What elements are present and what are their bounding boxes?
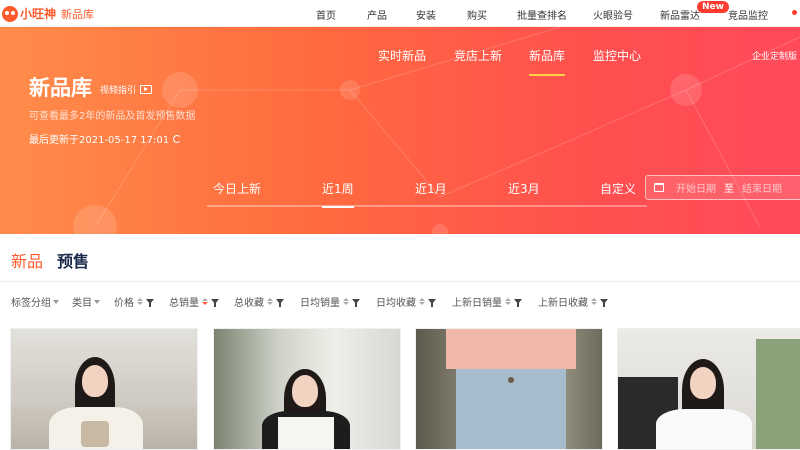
- sort-icon[interactable]: [267, 298, 273, 305]
- new-badge: New: [697, 1, 729, 13]
- filter-label: 日均销量: [300, 298, 340, 309]
- page-title: 新品库: [29, 76, 92, 100]
- period-custom[interactable]: 自定义: [600, 180, 636, 197]
- video-play-icon: [140, 85, 153, 94]
- nav-link-home[interactable]: 首页: [316, 7, 336, 22]
- filter-launch-day-favorites[interactable]: 上新日收藏: [538, 294, 608, 309]
- filter-label: 日均收藏: [376, 298, 416, 309]
- product-grid: [0, 328, 800, 450]
- filter-total-sales[interactable]: 总销量: [169, 294, 219, 309]
- period-month[interactable]: 近1月: [415, 180, 447, 197]
- filter-label: 上新日销量: [452, 298, 502, 309]
- nav-link-batch-rank[interactable]: 批量查排名: [517, 7, 567, 22]
- page-description: 可查看最多2年的新品及首发预售数据: [29, 111, 196, 122]
- filter-bar: 标签分组 类目 价格 总销量 总收藏 日均销量 日均收藏 上新日销量 上新日收藏: [0, 282, 800, 318]
- funnel-icon[interactable]: [352, 299, 360, 307]
- product-card[interactable]: [213, 328, 401, 450]
- refresh-icon[interactable]: [173, 134, 182, 143]
- end-date-input[interactable]: 结束日期: [742, 180, 800, 195]
- funnel-icon[interactable]: [276, 299, 284, 307]
- funnel-icon[interactable]: [211, 299, 219, 307]
- period-selector: 今日上新 近1周 近1月 近3月 自定义: [207, 177, 647, 208]
- funnel-icon[interactable]: [428, 299, 436, 307]
- sort-icon[interactable]: [419, 298, 425, 305]
- period-week[interactable]: 近1周: [322, 180, 354, 208]
- filter-label: 价格: [114, 298, 134, 309]
- sort-icon[interactable]: [591, 298, 597, 305]
- tab-new-products[interactable]: 新品: [11, 248, 43, 272]
- chevron-down-icon: [94, 299, 100, 304]
- product-card[interactable]: [617, 328, 800, 450]
- funnel-icon[interactable]: [600, 299, 608, 307]
- notification-dot: [792, 10, 797, 15]
- nav-link-account-check[interactable]: 火眼验号: [593, 7, 633, 22]
- sort-icon[interactable]: [343, 298, 349, 305]
- tab-competitor-new[interactable]: 竞店上新: [454, 47, 502, 64]
- last-updated-text: 最后更新于2021-05-17 17:01: [29, 135, 170, 146]
- filter-daily-sales[interactable]: 日均销量: [300, 294, 360, 309]
- filter-total-favorites[interactable]: 总收藏: [234, 294, 284, 309]
- funnel-icon[interactable]: [514, 299, 522, 307]
- period-today[interactable]: 今日上新: [213, 180, 261, 197]
- video-guide-link[interactable]: 视频指引: [100, 83, 153, 96]
- start-date-input[interactable]: 开始日期: [676, 180, 724, 195]
- filter-daily-favorites[interactable]: 日均收藏: [376, 294, 436, 309]
- date-range-picker[interactable]: 开始日期 至 结束日期: [645, 175, 800, 200]
- sort-icon[interactable]: [505, 298, 511, 305]
- enterprise-edition-link[interactable]: 企业定制版: [752, 49, 797, 62]
- filter-launch-day-sales[interactable]: 上新日销量: [452, 294, 522, 309]
- product-card[interactable]: [10, 328, 198, 450]
- product-image[interactable]: [214, 329, 400, 449]
- section-tabs: 新品 预售: [0, 234, 800, 282]
- nav-link-new-radar[interactable]: 新品雷达: [660, 7, 700, 22]
- filter-tag-group[interactable]: 标签分组: [11, 294, 59, 309]
- sort-desc-icon[interactable]: [202, 298, 208, 305]
- product-card[interactable]: [415, 328, 603, 450]
- video-guide-label: 视频指引: [100, 86, 137, 96]
- hero-banner: 新品库 视频指引 可查看最多2年的新品及首发预售数据 最后更新于2021-05-…: [0, 27, 800, 234]
- sort-icon[interactable]: [137, 298, 143, 305]
- filter-label: 类目: [72, 298, 92, 309]
- tab-realtime-new[interactable]: 实时新品: [378, 47, 426, 64]
- date-range-separator: 至: [724, 184, 734, 195]
- tab-monitor-center[interactable]: 监控中心: [593, 47, 641, 64]
- product-image[interactable]: [11, 329, 197, 449]
- filter-label: 总销量: [169, 298, 199, 309]
- product-image[interactable]: [618, 329, 800, 449]
- filter-label: 总收藏: [234, 298, 264, 309]
- period-three-months[interactable]: 近3月: [508, 180, 540, 197]
- filter-category[interactable]: 类目: [72, 294, 100, 309]
- product-image[interactable]: [416, 329, 602, 449]
- nav-link-product[interactable]: 产品: [367, 7, 387, 22]
- tab-new-library[interactable]: 新品库: [529, 47, 566, 76]
- nav-link-buy[interactable]: 购买: [467, 7, 487, 22]
- nav-link-competitor-monitor[interactable]: 竞品监控: [728, 7, 768, 22]
- filter-price[interactable]: 价格: [114, 294, 154, 309]
- filter-label: 标签分组: [11, 298, 51, 309]
- funnel-icon[interactable]: [146, 299, 154, 307]
- nav-link-install[interactable]: 安装: [416, 7, 436, 22]
- calendar-icon: [654, 183, 664, 192]
- last-updated: 最后更新于2021-05-17 17:01: [29, 131, 182, 146]
- tab-presale[interactable]: 预售: [57, 248, 89, 272]
- filter-label: 上新日收藏: [538, 298, 588, 309]
- top-nav: 小旺神 新品库 首页 产品 安装 购买 批量查排名 火眼验号 新品雷达 竞品监控…: [0, 0, 800, 27]
- chevron-down-icon: [53, 299, 59, 304]
